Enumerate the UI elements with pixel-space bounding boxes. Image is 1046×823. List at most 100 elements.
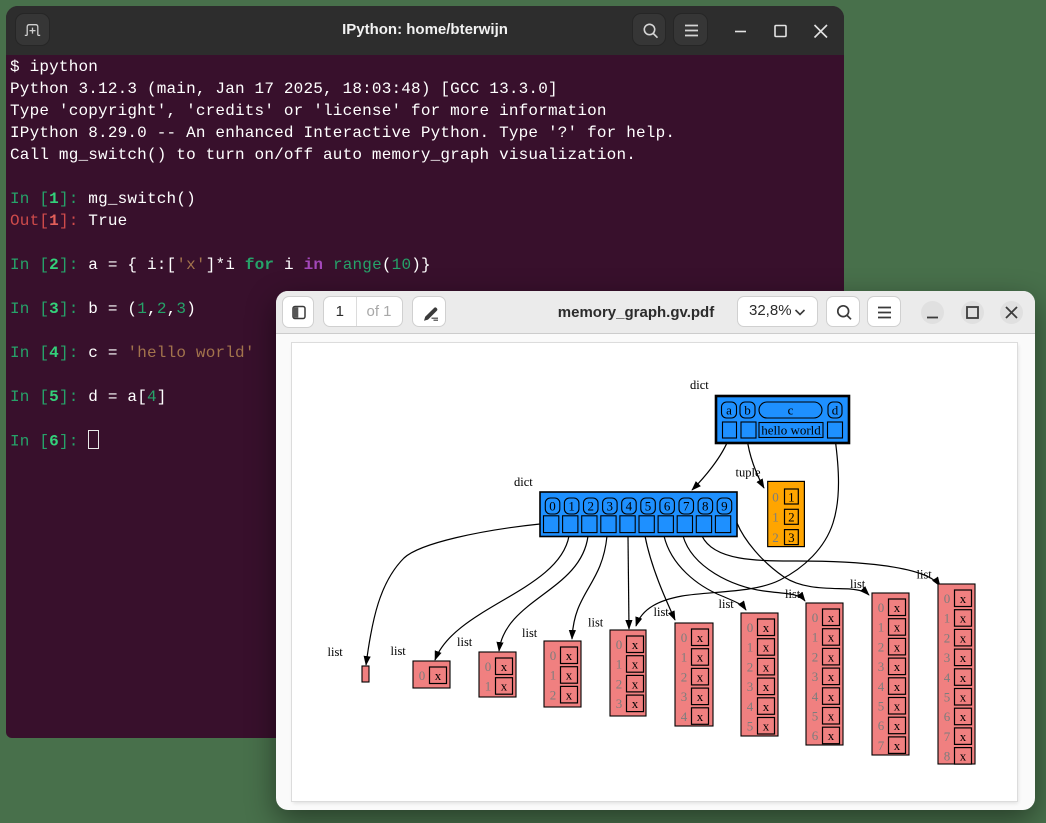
svg-text:0: 0 bbox=[549, 499, 556, 514]
svg-text:1: 1 bbox=[550, 668, 557, 683]
svg-text:1: 1 bbox=[878, 620, 885, 635]
svg-text:x: x bbox=[960, 591, 967, 606]
svg-text:7: 7 bbox=[878, 738, 885, 753]
svg-text:1: 1 bbox=[681, 650, 688, 665]
svg-text:list: list bbox=[328, 645, 344, 659]
svg-text:x: x bbox=[828, 649, 835, 664]
svg-text:2: 2 bbox=[944, 630, 951, 645]
svg-text:2: 2 bbox=[878, 639, 885, 654]
svg-text:0: 0 bbox=[944, 591, 951, 606]
svg-text:2: 2 bbox=[788, 510, 795, 525]
svg-text:b: b bbox=[744, 403, 751, 418]
svg-text:a: a bbox=[726, 403, 732, 418]
svg-text:x: x bbox=[632, 696, 639, 711]
svg-text:x: x bbox=[566, 668, 573, 683]
svg-text:x: x bbox=[894, 679, 901, 694]
svg-text:3: 3 bbox=[944, 650, 951, 665]
svg-text:c: c bbox=[788, 403, 794, 418]
svg-text:x: x bbox=[632, 657, 639, 672]
svg-text:1: 1 bbox=[944, 611, 951, 626]
svg-text:x: x bbox=[501, 679, 508, 694]
svg-text:1: 1 bbox=[788, 489, 795, 504]
svg-text:tuple: tuple bbox=[736, 466, 761, 480]
svg-text:list: list bbox=[785, 587, 801, 601]
svg-text:x: x bbox=[960, 729, 967, 744]
svg-text:x: x bbox=[894, 699, 901, 714]
svg-text:x: x bbox=[435, 668, 442, 683]
svg-text:4: 4 bbox=[747, 699, 754, 714]
svg-text:x: x bbox=[894, 659, 901, 674]
svg-text:2: 2 bbox=[772, 530, 779, 545]
svg-text:5: 5 bbox=[645, 499, 652, 514]
svg-text:1: 1 bbox=[616, 657, 623, 672]
svg-text:0: 0 bbox=[616, 637, 623, 652]
svg-text:3: 3 bbox=[607, 499, 614, 514]
svg-text:7: 7 bbox=[944, 729, 951, 744]
svg-text:6: 6 bbox=[812, 728, 819, 743]
svg-text:6: 6 bbox=[944, 709, 951, 724]
svg-text:list: list bbox=[917, 568, 933, 582]
svg-text:9: 9 bbox=[721, 499, 728, 514]
svg-text:x: x bbox=[697, 630, 704, 645]
svg-text:x: x bbox=[697, 709, 704, 724]
svg-text:x: x bbox=[697, 669, 704, 684]
svg-text:2: 2 bbox=[681, 669, 688, 684]
svg-text:x: x bbox=[763, 679, 770, 694]
svg-text:3: 3 bbox=[878, 659, 885, 674]
svg-text:x: x bbox=[697, 650, 704, 665]
svg-text:x: x bbox=[763, 659, 770, 674]
svg-text:list: list bbox=[457, 635, 473, 649]
svg-text:x: x bbox=[632, 676, 639, 691]
svg-text:x: x bbox=[960, 670, 967, 685]
svg-text:1: 1 bbox=[812, 630, 819, 645]
svg-text:5: 5 bbox=[878, 699, 885, 714]
svg-text:x: x bbox=[632, 637, 639, 652]
svg-text:2: 2 bbox=[616, 676, 623, 691]
svg-text:0: 0 bbox=[419, 668, 426, 683]
svg-text:1: 1 bbox=[772, 510, 779, 525]
svg-text:7: 7 bbox=[683, 499, 690, 514]
svg-text:x: x bbox=[828, 689, 835, 704]
svg-text:0: 0 bbox=[747, 620, 754, 635]
svg-text:x: x bbox=[828, 669, 835, 684]
svg-text:3: 3 bbox=[616, 696, 623, 711]
svg-text:3: 3 bbox=[747, 679, 754, 694]
svg-text:list: list bbox=[654, 605, 670, 619]
svg-text:x: x bbox=[501, 659, 508, 674]
svg-text:3: 3 bbox=[812, 669, 819, 684]
svg-text:x: x bbox=[894, 620, 901, 635]
svg-text:x: x bbox=[763, 719, 770, 734]
svg-text:dict: dict bbox=[690, 378, 709, 392]
svg-text:x: x bbox=[894, 718, 901, 733]
svg-text:8: 8 bbox=[702, 499, 709, 514]
svg-text:hello world: hello world bbox=[761, 423, 821, 438]
svg-text:x: x bbox=[828, 610, 835, 625]
svg-text:x: x bbox=[566, 687, 573, 702]
svg-text:x: x bbox=[763, 640, 770, 655]
svg-text:x: x bbox=[960, 611, 967, 626]
svg-text:0: 0 bbox=[485, 659, 492, 674]
svg-text:x: x bbox=[894, 600, 901, 615]
svg-text:2: 2 bbox=[550, 687, 557, 702]
svg-text:x: x bbox=[566, 648, 573, 663]
svg-text:x: x bbox=[828, 728, 835, 743]
svg-text:0: 0 bbox=[550, 648, 557, 663]
svg-text:0: 0 bbox=[681, 630, 688, 645]
svg-text:4: 4 bbox=[944, 670, 951, 685]
svg-text:5: 5 bbox=[944, 690, 951, 705]
svg-text:8: 8 bbox=[944, 749, 951, 764]
svg-text:dict: dict bbox=[514, 475, 533, 489]
svg-text:5: 5 bbox=[747, 719, 754, 734]
svg-text:1: 1 bbox=[485, 679, 492, 694]
svg-text:list: list bbox=[522, 626, 538, 640]
svg-text:x: x bbox=[894, 639, 901, 654]
svg-text:x: x bbox=[960, 690, 967, 705]
svg-text:4: 4 bbox=[626, 499, 633, 514]
svg-text:list: list bbox=[391, 644, 407, 658]
svg-text:x: x bbox=[763, 620, 770, 635]
svg-text:list: list bbox=[588, 616, 604, 630]
svg-text:x: x bbox=[697, 689, 704, 704]
svg-text:list: list bbox=[850, 577, 866, 591]
svg-text:2: 2 bbox=[587, 499, 594, 514]
svg-text:1: 1 bbox=[568, 499, 575, 514]
